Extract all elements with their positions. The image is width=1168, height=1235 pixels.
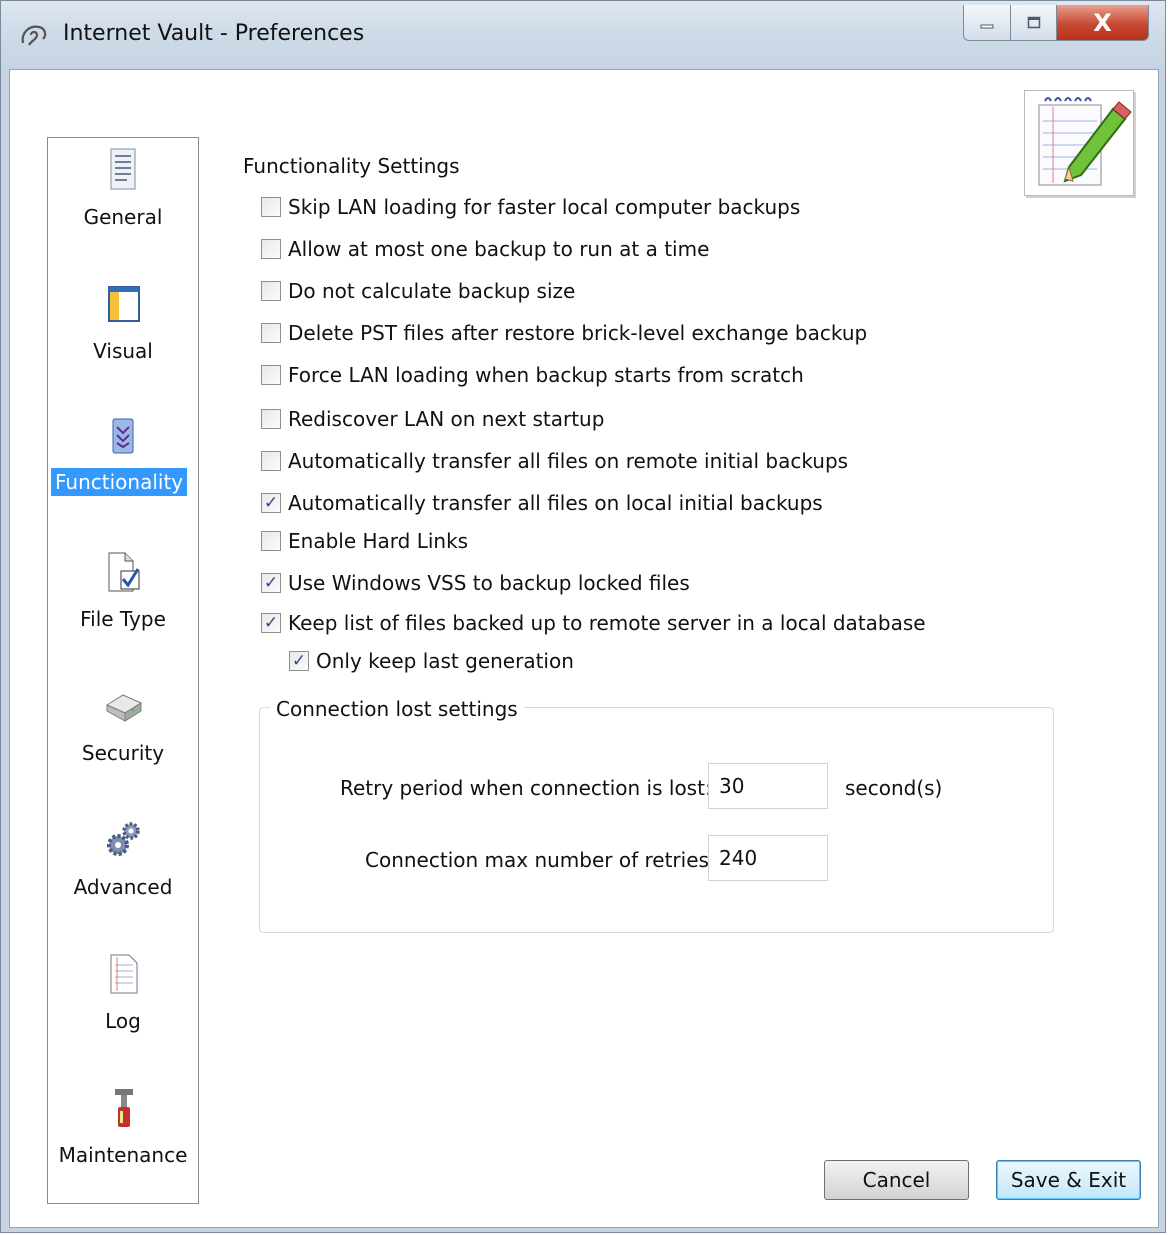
minimize-button[interactable]: [963, 5, 1011, 41]
checkbox[interactable]: [261, 451, 281, 471]
option-label: Do not calculate backup size: [288, 279, 576, 303]
sidebar-item-general[interactable]: General: [48, 147, 198, 257]
file-type-icon: [108, 552, 140, 592]
sidebar-item-label: Functionality: [51, 468, 188, 496]
log-icon: [110, 954, 138, 994]
sidebar-item-file-type[interactable]: File Type: [48, 549, 198, 659]
retry-period-input[interactable]: [708, 763, 828, 809]
option-force-lan-loading[interactable]: Force LAN loading when backup starts fro…: [261, 362, 804, 388]
checkbox[interactable]: ✓: [261, 493, 281, 513]
category-sidebar: General Visual Functionality File Type S…: [47, 137, 199, 1204]
internet-vault-logo-icon: [21, 25, 47, 46]
sidebar-item-security[interactable]: Security: [48, 683, 198, 793]
checkbox[interactable]: [261, 239, 281, 259]
save-exit-button[interactable]: Save & Exit: [996, 1160, 1141, 1200]
sidebar-item-maintenance[interactable]: Maintenance: [48, 1085, 198, 1195]
checkbox[interactable]: [261, 409, 281, 429]
window-title: Internet Vault - Preferences: [63, 21, 365, 46]
option-skip-lan-loading[interactable]: Skip LAN loading for faster local comput…: [261, 194, 800, 220]
maintenance-icon: [115, 1089, 133, 1127]
option-label: Enable Hard Links: [288, 529, 469, 553]
checkbox[interactable]: ✓: [261, 613, 281, 633]
sidebar-item-label: Advanced: [73, 875, 173, 899]
gears-icon: [107, 822, 140, 856]
sidebar-item-log[interactable]: Log: [48, 951, 198, 1061]
security-icon: [105, 694, 143, 722]
checkbox[interactable]: [261, 531, 281, 551]
option-label: Only keep last generation: [316, 649, 574, 673]
option-label: Allow at most one backup to run at a tim…: [288, 237, 710, 261]
checkbox[interactable]: [261, 365, 281, 385]
checkbox[interactable]: [261, 197, 281, 217]
sidebar-item-label: Security: [81, 741, 165, 765]
sidebar-item-advanced[interactable]: Advanced: [48, 817, 198, 927]
functionality-icon: [112, 418, 134, 454]
option-label: Force LAN loading when backup starts fro…: [288, 363, 804, 387]
sidebar-item-label: Maintenance: [58, 1143, 188, 1167]
group-title: Connection lost settings: [270, 697, 524, 721]
option-rediscover-lan[interactable]: Rediscover LAN on next startup: [261, 406, 604, 432]
retry-period-label: Retry period when connection is lost:: [340, 776, 712, 800]
preferences-window: Internet Vault - Preferences X General V…: [0, 0, 1166, 1233]
option-label: Automatically transfer all files on remo…: [288, 449, 849, 473]
sidebar-item-label: Visual: [93, 339, 153, 363]
option-keep-file-list-local-db[interactable]: ✓ Keep list of files backed up to remote…: [261, 610, 926, 636]
title-bar[interactable]: Internet Vault - Preferences X: [1, 1, 1167, 69]
checkbox[interactable]: ✓: [261, 573, 281, 593]
option-label: Delete PST files after restore brick-lev…: [288, 321, 868, 345]
checkbox[interactable]: ✓: [289, 651, 309, 671]
section-title: Functionality Settings: [243, 154, 460, 178]
option-only-keep-last-generation[interactable]: ✓ Only keep last generation: [289, 648, 574, 674]
option-label: Skip LAN loading for faster local comput…: [288, 195, 801, 219]
max-retries-input[interactable]: [708, 835, 828, 881]
close-icon: X: [1093, 8, 1112, 37]
max-retries-label: Connection max number of retries:: [365, 848, 716, 872]
cancel-button[interactable]: Cancel: [824, 1160, 969, 1200]
option-transfer-local-initial[interactable]: ✓ Automatically transfer all files on lo…: [261, 490, 823, 516]
visual-icon: [108, 286, 140, 322]
option-label: Rediscover LAN on next startup: [288, 407, 605, 431]
retry-period-unit: second(s): [845, 776, 943, 800]
option-label: Automatically transfer all files on loca…: [288, 491, 823, 515]
option-one-backup-at-a-time[interactable]: Allow at most one backup to run at a tim…: [261, 236, 709, 262]
general-icon: [110, 148, 136, 190]
connection-settings-group: [259, 707, 1054, 933]
minimize-icon: [980, 24, 994, 28]
option-no-calculate-size[interactable]: Do not calculate backup size: [261, 278, 575, 304]
preferences-banner: [1024, 90, 1134, 196]
maximize-button[interactable]: [1011, 5, 1057, 41]
option-label: Use Windows VSS to backup locked files: [288, 571, 690, 595]
option-delete-pst-files[interactable]: Delete PST files after restore brick-lev…: [261, 320, 867, 346]
close-button[interactable]: X: [1057, 5, 1149, 41]
notepad-pencil-icon: [1038, 97, 1132, 186]
checkbox[interactable]: [261, 323, 281, 343]
option-transfer-remote-initial[interactable]: Automatically transfer all files on remo…: [261, 448, 848, 474]
option-windows-vss[interactable]: ✓ Use Windows VSS to backup locked files: [261, 570, 690, 596]
checkbox[interactable]: [261, 281, 281, 301]
sidebar-item-label: Log: [105, 1009, 141, 1033]
sidebar-item-label: General: [83, 205, 163, 229]
sidebar-item-visual[interactable]: Visual: [48, 281, 198, 391]
option-enable-hard-links[interactable]: Enable Hard Links: [261, 528, 468, 554]
sidebar-item-label: File Type: [80, 607, 166, 631]
client-area: General Visual Functionality File Type S…: [9, 69, 1159, 1228]
maximize-icon: [1027, 16, 1040, 28]
sidebar-item-functionality[interactable]: Functionality: [48, 415, 198, 525]
option-label: Keep list of files backed up to remote s…: [288, 611, 926, 635]
